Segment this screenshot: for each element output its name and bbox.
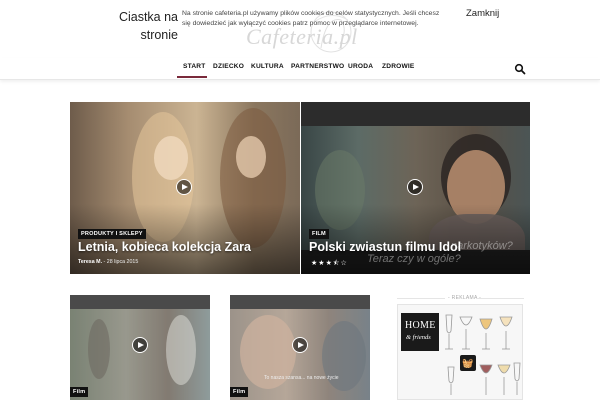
star-icon: ★ [325,260,333,267]
nav-item-dziecko[interactable]: DZIECKO [213,63,244,70]
video-subtitle-2: Teraz czy w ogóle? [367,253,461,265]
play-icon[interactable] [176,179,192,195]
rating-stars: ★★★⯪☆ [311,259,348,270]
category-tag[interactable]: Film [70,387,89,397]
nav-item-partnerstwo[interactable]: PARTNERSTWO [291,63,344,70]
category-tag[interactable]: PRODUKTY I SKLEPY [78,229,146,239]
video-letterbox [230,295,370,309]
nav-item-zdrowie[interactable]: ZDROWIE [382,63,415,70]
wine-glasses-icon [445,314,521,395]
thumbnail-fade [230,309,370,400]
star-icon: ★ [318,260,326,267]
thumbnail-fade [70,309,210,400]
main-nav: START DZIECKO KULTURA PARTNERSTWO URODA … [0,58,600,80]
search-icon[interactable] [514,63,526,75]
hero-tile-zara[interactable]: PRODUKTY I SKLEPY Letnia, kobieca kolekc… [70,102,300,274]
photo-face [154,136,188,180]
nav-active-indicator [177,76,207,78]
ad-brand-logo: HOME & friends [401,313,439,351]
ad-brand-line1: HOME [405,320,436,331]
category-tag[interactable]: Film [230,387,249,397]
ad-brand-line2: & friends [406,334,431,341]
video-subtitle: To nasza szansa... na nowe życie [264,375,339,381]
hero-title[interactable]: Letnia, kobieca kolekcja Zara [78,240,251,254]
nav-item-uroda[interactable]: URODA [348,63,373,70]
ad-divider [397,298,445,299]
video-tile-1[interactable]: Film [70,295,210,400]
page: Ciastka na stronie Cafeteria.pl Na stron… [0,0,600,400]
author-name[interactable]: Teresa M. [78,259,102,265]
play-icon[interactable] [407,179,423,195]
photo-face [236,136,266,178]
ad-banner[interactable]: HOME & friends 🧺 [397,304,523,400]
article-meta: Teresa M. - 28 lipca 2015 [78,259,138,265]
hero-tile-idol[interactable]: narkotyków? Teraz czy w ogóle? FILM Pols… [301,102,530,274]
video-tile-2[interactable]: To nasza szansa... na nowe życie Film [230,295,370,400]
play-icon[interactable] [292,337,308,353]
video-letterbox [70,295,210,309]
cookie-title: Ciastka na stronie [118,10,178,42]
ad-divider [476,298,524,299]
cookie-text: Na stronie cafeteria.pl używamy plików c… [182,10,440,27]
nav-item-kultura[interactable]: KULTURA [251,63,284,70]
article-date: 28 lipca 2015 [106,259,139,265]
cookie-close-button[interactable]: Zamknij [466,8,499,19]
category-tag[interactable]: FILM [309,229,329,239]
star-empty-icon: ☆ [340,260,348,267]
basket-icon[interactable]: 🧺 [460,355,476,371]
hero-title[interactable]: Polski zwiastun filmu Idol [309,240,461,254]
nav-item-start[interactable]: START [183,63,206,70]
play-icon[interactable] [132,337,148,353]
cookie-bar: Ciastka na stronie Cafeteria.pl Na stron… [0,0,600,58]
